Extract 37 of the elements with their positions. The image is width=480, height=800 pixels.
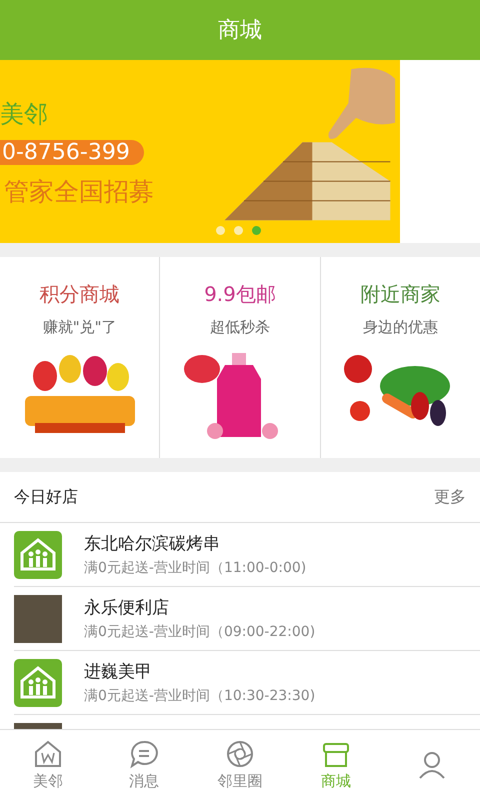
store-item[interactable]: 东北哈尔滨碳烤串 满0元起送-营业时间（11:00-0:00) (14, 523, 480, 587)
chat-bubble-icon (129, 739, 159, 769)
promo-subtitle: 超低秒杀 (210, 318, 270, 337)
aperture-icon (225, 739, 255, 769)
nav-tab[interactable]: 邻里圈 (192, 730, 288, 800)
page-indicator-dot[interactable] (252, 226, 261, 235)
page-indicator-dot[interactable] (234, 226, 243, 235)
promo-subtitle: 赚就"兑"了 (42, 318, 117, 337)
promo-title: 9.9包邮 (204, 281, 276, 308)
store-info: 满0元起送-营业时间（11:00-0:00) (84, 559, 306, 577)
promo-card[interactable]: 积分商城 赚就"兑"了 (0, 257, 160, 458)
promo-title: 积分商城 (40, 281, 120, 308)
store-name: 东北哈尔滨碳烤串 (84, 533, 221, 555)
nav-tab[interactable]: 消息 (96, 730, 192, 800)
banner-brand: 美邻 (0, 99, 49, 130)
house-family-icon (14, 658, 62, 706)
banner-phone: 0-8756-399 (0, 140, 144, 165)
store-name: 进巍美甲 (84, 661, 153, 683)
banner-slogan: 管家全国招募 (3, 176, 155, 208)
nav-tab[interactable]: 美邻 (0, 730, 96, 800)
house-family-icon (14, 530, 62, 578)
store-info: 满0元起送-营业时间（09:00-22:00) (84, 623, 316, 641)
promo-subtitle: 身边的优惠 (362, 318, 438, 337)
photo-placeholder (14, 594, 62, 642)
promo-title: 附近商家 (360, 281, 440, 308)
store-item[interactable]: 进巍美甲 满0元起送-营业时间（10:30-23:30) (14, 651, 480, 715)
store-info: 满0元起送-营业时间（10:30-23:30) (84, 687, 316, 705)
store-item[interactable]: 永乐便利店 满0元起送-营业时间（09:00-22:00) (14, 587, 480, 651)
section-title: 今日好店 (14, 486, 78, 508)
person-icon (417, 750, 447, 780)
house-icon (33, 739, 63, 769)
store-name: 永乐便利店 (84, 597, 170, 619)
page-indicator-dot[interactable] (216, 226, 225, 235)
promo-card[interactable]: 附近商家 身边的优惠 (320, 257, 480, 458)
header-title: 商城 (218, 17, 262, 45)
more-link[interactable]: 更多 (434, 486, 466, 508)
promo-card[interactable]: 9.9包邮 超低秒杀 (160, 257, 321, 458)
